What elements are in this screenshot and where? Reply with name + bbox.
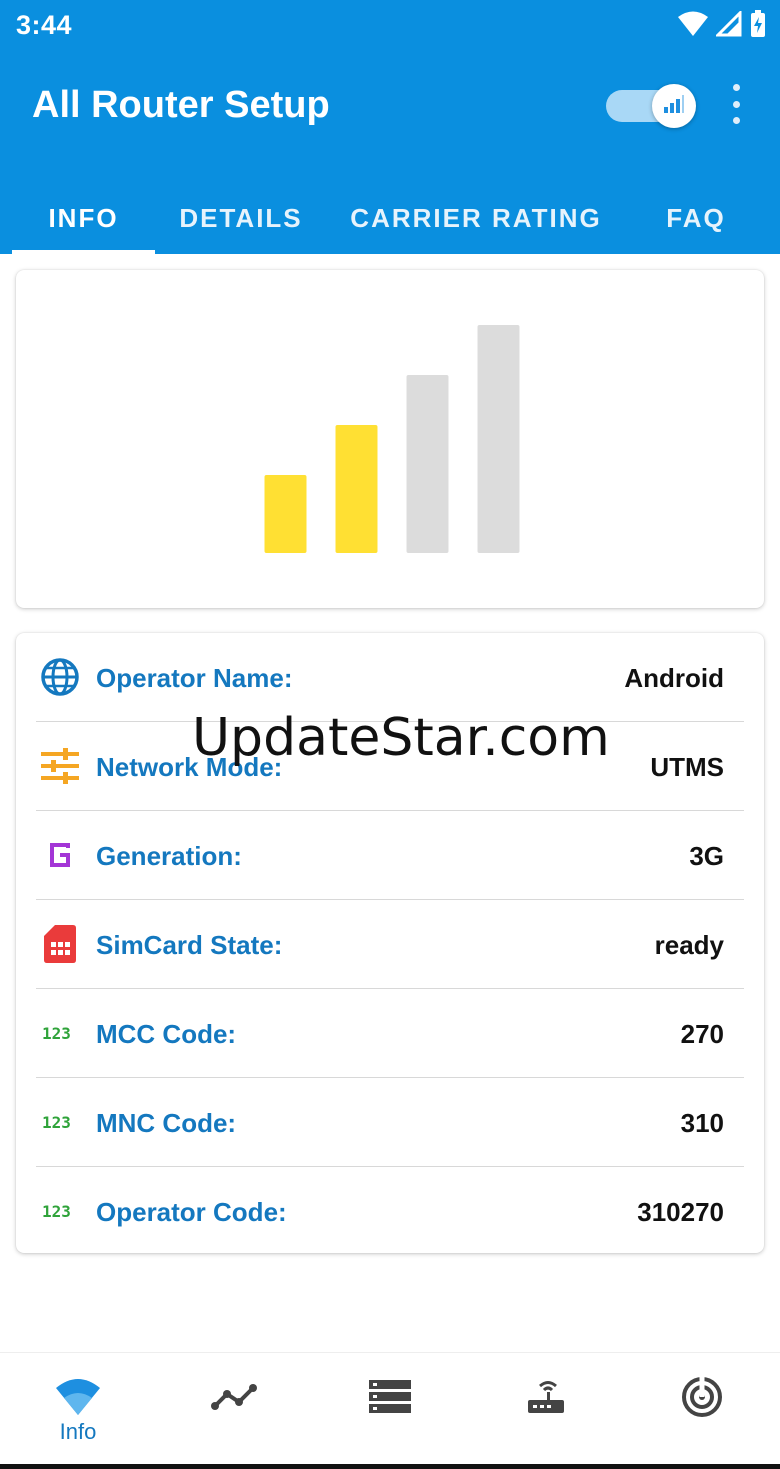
line-chart-icon [209,1377,259,1417]
more-vert-icon[interactable] [724,84,748,124]
wifi-icon [53,1377,103,1417]
info-row-operator-code: 123 Operator Code: 310270 [36,1167,744,1256]
info-row-generation: Generation: 3G [36,811,744,900]
status-icons [678,9,766,43]
system-gesture-bar [0,1464,780,1469]
info-label: SimCard State: [96,930,283,960]
app-bar: All Router Setup INFO DETAILS CARRIER RA… [0,52,780,254]
info-value: ready [654,930,724,960]
nav-item-chart[interactable] [156,1353,312,1463]
numbers-123-icon: 123 [40,1013,80,1053]
info-row-simcard-state: SimCard State: ready [36,900,744,989]
nav-item-info[interactable]: Info [0,1353,156,1463]
info-label: Generation: [96,841,242,871]
app-screen: 3:44 All Router Setup INFO DETAILS CARRI… [0,0,780,1469]
svg-text:123: 123 [42,1113,71,1132]
info-value: 310270 [637,1197,724,1227]
status-bar: 3:44 [0,0,780,52]
info-value: 310 [680,1108,724,1138]
tab-faq[interactable]: FAQ [648,182,744,254]
tab-details[interactable]: DETAILS [168,182,314,254]
signal-bar-1 [264,475,307,553]
cell-signal-icon [714,9,742,42]
info-value: Android [624,663,724,693]
nav-item-list[interactable] [312,1353,468,1463]
signal-bar-3 [406,375,449,553]
info-row-mnc-code: 123 MNC Code: 310 [36,1078,744,1167]
numbers-123-icon: 123 [40,1102,80,1142]
signal-bar-2 [335,425,378,553]
app-title: All Router Setup [32,84,330,126]
radar-icon [677,1377,727,1417]
signal-bars-icon [663,94,685,119]
info-label: Operator Code: [96,1197,287,1227]
info-label: MCC Code: [96,1019,237,1049]
info-label: MNC Code: [96,1108,237,1138]
tab-carrier-rating[interactable]: CARRIER RATING [338,182,614,254]
wifi-icon [678,11,708,42]
numbers-123-icon: 123 [40,1191,80,1231]
tab-indicator [12,250,155,254]
signal-strength-bars [264,325,520,553]
info-value: 270 [680,1019,724,1049]
server-list-icon [365,1377,415,1417]
info-value: UTMS [650,752,724,782]
nav-item-radar[interactable] [624,1353,780,1463]
tune-sliders-icon [40,746,80,786]
nav-item-router[interactable] [468,1353,624,1463]
router-icon [521,1377,571,1417]
info-label: Operator Name: [96,663,293,693]
battery-charging-icon [750,10,766,43]
toggle-thumb [652,84,696,128]
signal-strength-card [16,270,764,608]
status-time: 3:44 [16,10,73,40]
signal-bar-4 [477,325,520,553]
sim-card-icon [40,924,80,964]
info-row-mcc-code: 123 MCC Code: 270 [36,989,744,1078]
tab-bar: INFO DETAILS CARRIER RATING FAQ [0,182,780,254]
svg-text:123: 123 [42,1024,71,1043]
tab-info[interactable]: INFO [12,182,155,254]
g-letter-icon [40,835,80,875]
watermark-text: UpdateStar.com [192,708,610,768]
bottom-navigation: Info [0,1352,780,1469]
signal-toggle[interactable] [606,84,696,128]
globe-icon [40,657,80,697]
info-value: 3G [689,841,724,871]
nav-label-info: Info [59,1419,97,1444]
svg-text:123: 123 [42,1202,71,1221]
